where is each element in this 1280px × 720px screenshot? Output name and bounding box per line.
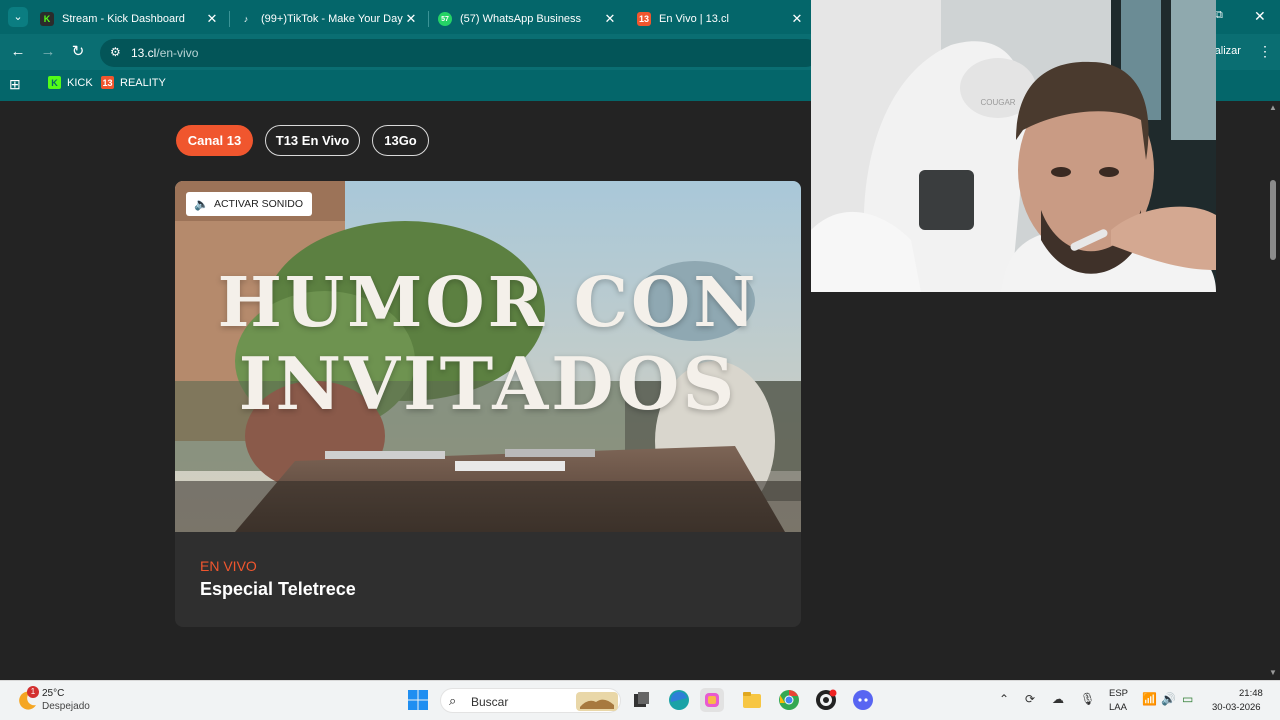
kick-icon: K: [48, 76, 61, 89]
tab-tiktok[interactable]: ♪ (99+)TikTok - Make Your Day ✕: [231, 4, 427, 34]
tab-search-button[interactable]: ⌄: [8, 7, 28, 27]
tab-title: (57) WhatsApp Business: [460, 13, 582, 25]
address-bar[interactable]: ⚙ 13.cl/en-vivo: [100, 39, 820, 67]
wifi-icon[interactable]: 📶: [1142, 692, 1157, 706]
weather-badge: 1: [27, 686, 39, 698]
close-tab-icon[interactable]: ✕: [789, 11, 805, 27]
close-tab-icon[interactable]: ✕: [602, 11, 618, 27]
chrome-icon[interactable]: [777, 688, 801, 712]
activate-sound-button[interactable]: 🔈 ACTIVAR SONIDO: [186, 192, 313, 216]
task-view-icon[interactable]: [629, 688, 653, 712]
search-icon: ⌕: [449, 693, 457, 708]
weather-temperature[interactable]: 25°C: [42, 688, 64, 699]
language-indicator[interactable]: ESP: [1109, 688, 1128, 699]
canal13-icon: 13: [637, 12, 651, 26]
live-badge: EN VIVO: [200, 558, 257, 574]
tab-title: Stream - Kick Dashboard: [62, 13, 185, 25]
show-hidden-icons-icon[interactable]: ⌃: [999, 692, 1009, 706]
windows-start-icon[interactable]: [408, 690, 428, 710]
channel-t13-en-vivo[interactable]: T13 En Vivo: [265, 125, 360, 156]
file-explorer-icon[interactable]: [740, 688, 764, 712]
close-window-icon[interactable]: ✕: [1254, 8, 1266, 25]
url-text: 13.cl/en-vivo: [131, 46, 199, 60]
weather-description[interactable]: Despejado: [42, 701, 90, 712]
webcam-overlay: COUGAR: [811, 0, 1216, 292]
cloud-icon[interactable]: ☁: [1052, 692, 1064, 706]
tab-whatsapp[interactable]: 57 (57) WhatsApp Business ✕: [430, 4, 626, 34]
restore-window-icon[interactable]: ⧉: [1215, 9, 1227, 21]
scroll-down-icon[interactable]: ▼: [1269, 668, 1277, 677]
channel-13go[interactable]: 13Go: [372, 125, 429, 156]
taskbar-search[interactable]: ⌕ Buscar: [440, 688, 621, 713]
live-player-card: HUMOR CON INVITADOS 🔈 ACTIVAR SONIDO EN …: [175, 181, 801, 627]
video-title-line1: HUMOR CON: [217, 263, 759, 343]
obs-icon[interactable]: [814, 688, 838, 712]
clock-date[interactable]: 30-03-2026: [1212, 702, 1261, 713]
scroll-up-icon[interactable]: ▲: [1269, 103, 1277, 112]
microphone-icon[interactable]: 🎙: [1080, 692, 1095, 706]
search-highlight-image: [576, 692, 618, 711]
back-icon[interactable]: ←: [8, 42, 28, 62]
scrollbar-thumb[interactable]: [1270, 180, 1276, 260]
tab-en-vivo[interactable]: 13 En Vivo | 13.cl ✕: [629, 4, 813, 34]
program-title: Especial Teletrece: [200, 579, 356, 599]
battery-icon[interactable]: ▭: [1182, 692, 1193, 706]
forward-icon[interactable]: →: [38, 42, 58, 62]
menu-icon[interactable]: ⋮: [1258, 43, 1272, 60]
whatsapp-icon: 57: [438, 12, 452, 26]
speaker-icon: 🔈: [194, 197, 209, 211]
tab-kick-dashboard[interactable]: K Stream - Kick Dashboard ✕: [32, 4, 228, 34]
channel-canal13[interactable]: Canal 13: [176, 125, 253, 156]
copilot-icon[interactable]: [700, 688, 724, 712]
kick-icon: K: [40, 12, 54, 26]
close-tab-icon[interactable]: ✕: [403, 11, 419, 27]
reload-icon[interactable]: ↻: [68, 42, 88, 62]
volume-icon[interactable]: 🔊: [1161, 692, 1176, 706]
tiktok-icon: ♪: [239, 12, 253, 26]
edge-icon[interactable]: [667, 688, 691, 712]
keyboard-layout-indicator[interactable]: LAA: [1109, 702, 1127, 713]
site-settings-icon[interactable]: ⚙: [110, 45, 121, 59]
video-title-line2: INVITADOS: [238, 341, 738, 426]
tab-title: (99+)TikTok - Make Your Day: [261, 13, 403, 25]
tab-title: En Vivo | 13.cl: [659, 13, 729, 25]
search-placeholder: Buscar: [471, 695, 509, 709]
activate-sound-label: ACTIVAR SONIDO: [213, 198, 304, 210]
clock-time[interactable]: 21:48: [1239, 688, 1263, 699]
canal13-icon: 13: [101, 76, 114, 89]
discord-icon[interactable]: [851, 688, 875, 712]
tab-divider: [229, 11, 230, 27]
chair-logo-text: COUGAR: [980, 98, 1015, 107]
bookmark-reality[interactable]: 13 REALITY: [101, 76, 166, 89]
bookmark-label: KICK: [67, 76, 93, 89]
apps-grid-icon[interactable]: ⊞: [9, 76, 21, 93]
bookmark-kick[interactable]: K KICK: [48, 76, 93, 89]
tab-divider: [428, 11, 429, 27]
bookmark-label: REALITY: [120, 76, 166, 89]
close-tab-icon[interactable]: ✕: [204, 11, 220, 27]
sync-icon[interactable]: ⟳: [1025, 692, 1035, 706]
